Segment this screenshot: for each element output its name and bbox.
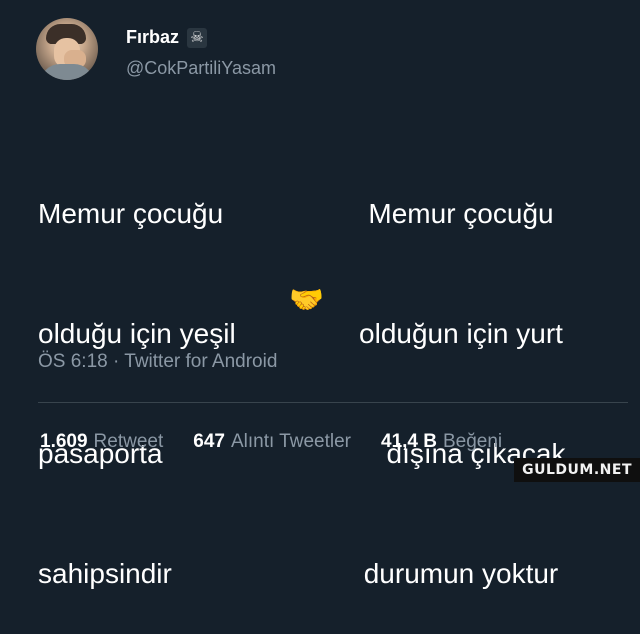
avatar[interactable] [36,18,98,80]
quotes-count: 647 [193,431,225,452]
divider [38,402,628,403]
retweets-label: Retweet [93,431,164,452]
handshake-icon: 🤝 [289,284,324,315]
tweet-text-right: Memur çocuğu olduğun için yurt dışına çı… [328,114,594,634]
tweet-meta: ÖS 6:18 · Twitter for Android [38,351,277,373]
tweet-source[interactable]: Twitter for Android [124,351,277,372]
skull-crossbones-icon: ☠ [187,27,208,48]
author-handle[interactable]: @CokPartiliYasam [126,58,276,79]
retweets-stat[interactable]: 1.609 Retweet [40,431,163,453]
likes-stat[interactable]: 41,4 B Beğeni [381,431,502,453]
likes-count: 41,4 B [381,431,437,452]
tweet-time[interactable]: ÖS 6:18 [38,351,108,372]
author-display-name[interactable]: Fırbaz [126,27,179,48]
quotes-label: Alıntı Tweetler [230,431,351,452]
tweet-line: Memur çocuğu [368,198,554,229]
tweet-line: olduğu için yeşil [38,318,236,349]
likes-label: Beğeni [442,431,503,452]
tweet-line: durumun yoktur [363,558,559,589]
tweet-line: sahipsindir [38,558,172,589]
meta-separator: · [113,351,120,372]
watermark: GULDUM.NET [514,458,640,482]
tweet-line: olduğun için yurt [359,318,563,349]
author-name-row: Fırbaz ☠ [126,27,208,48]
retweets-count: 1.609 [40,431,88,452]
tweet-text-left: Memur çocuğu olduğu için yeşil pasaporta… [38,114,236,634]
avatar-shirt [40,64,94,80]
quotes-stat[interactable]: 647 Alıntı Tweetler [193,431,351,453]
tweet-line: Memur çocuğu [38,198,224,229]
engagement-stats: 1.609 Retweet 647 Alıntı Tweetler 41,4 B Be… [40,431,502,453]
